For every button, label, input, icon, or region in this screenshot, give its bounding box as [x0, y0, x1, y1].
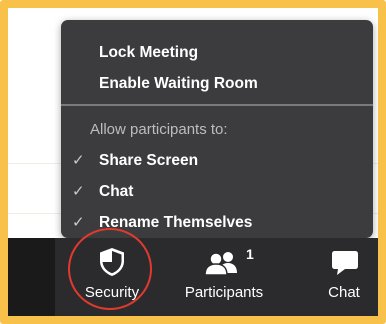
participants-icon: [204, 252, 237, 275]
chat-icon: [332, 251, 358, 275]
enable-waiting-room-menu-item[interactable]: Enable Waiting Room: [99, 74, 258, 94]
allow-participants-header: Allow participants to:: [90, 121, 228, 138]
meeting-toolbar: Security 1 Participants Chat: [8, 238, 378, 316]
menu-divider: [61, 104, 373, 106]
security-menu: Lock Meeting Enable Waiting Room Allow p…: [61, 20, 373, 238]
lock-meeting-menu-item[interactable]: Lock Meeting: [99, 43, 198, 63]
participants-count-badge: 1: [246, 246, 254, 262]
highlight-circle-annotation: [68, 228, 152, 310]
checkmark-icon: ✓: [72, 183, 85, 200]
chat-permission-label: Chat: [99, 183, 134, 200]
toolbar-left-edge: [8, 238, 55, 316]
share-screen-label: Share Screen: [99, 152, 199, 169]
checkmark-icon: ✓: [72, 214, 85, 231]
chat-label: Chat: [328, 284, 360, 301]
chat-button[interactable]: Chat: [288, 238, 386, 316]
participants-label: Participants: [184, 284, 264, 301]
checkmark-icon: ✓: [72, 152, 85, 169]
participants-button[interactable]: 1 Participants: [168, 238, 280, 316]
